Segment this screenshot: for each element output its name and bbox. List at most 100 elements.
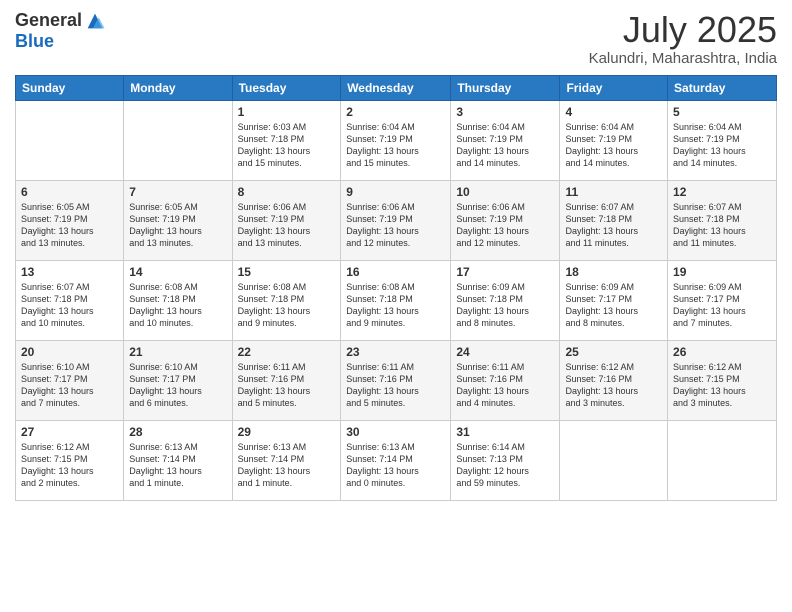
- table-row: 6 Sunrise: 6:05 AM Sunset: 7:19 PM Daylig…: [16, 180, 124, 260]
- table-row: 15Sunrise: 6:08 AM Sunset: 7:18 PM Dayli…: [232, 260, 341, 340]
- table-row: [560, 420, 668, 500]
- table-row: 9Sunrise: 6:06 AM Sunset: 7:19 PM Daylig…: [341, 180, 451, 260]
- day-info: Sunrise: 6:04 AM Sunset: 7:19 PM Dayligh…: [565, 121, 662, 170]
- table-row: 27 Sunrise: 6:12 AM Sunset: 7:15 PM Dayli…: [16, 420, 124, 500]
- day-info: Sunrise: 6:09 AM Sunset: 7:18 PM Dayligh…: [456, 281, 554, 330]
- day-number: 30: [346, 425, 445, 439]
- table-row: 11 Sunrise: 6:07 AM Sunset: 7:18 PM Dayli…: [560, 180, 668, 260]
- day-number: 20: [21, 345, 118, 359]
- location-subtitle: Kalundri, Maharashtra, India: [589, 50, 777, 67]
- day-info: Sunrise: 6:06 AM Sunset: 7:19 PM Dayligh…: [456, 201, 554, 250]
- table-row: 5Sunrise: 6:04 AM Sunset: 7:19 PM Daylig…: [668, 100, 777, 180]
- day-number: 16: [346, 265, 445, 279]
- table-row: 14Sunrise: 6:08 AM Sunset: 7:18 PM Dayli…: [124, 260, 232, 340]
- table-row: [668, 420, 777, 500]
- day-info: Sunrise: 6:07 AM Sunset: 7:18 PM Dayligh…: [21, 281, 118, 330]
- table-row: 28 Sunrise: 6:13 AM Sunset: 7:14 PM Dayli…: [124, 420, 232, 500]
- day-info: Sunrise: 6:08 AM Sunset: 7:18 PM Dayligh…: [129, 281, 226, 330]
- table-row: 17Sunrise: 6:09 AM Sunset: 7:18 PM Dayli…: [451, 260, 560, 340]
- calendar-week-1: 1 Sunrise: 6:03 AM Sunset: 7:18 PM Daylig…: [16, 100, 777, 180]
- page: General Blue July 2025 Kalundri, Maharas…: [0, 0, 792, 612]
- day-info: Sunrise: 6:04 AM Sunset: 7:19 PM Dayligh…: [456, 121, 554, 170]
- table-row: 2 Sunrise: 6:04 AM Sunset: 7:19 PM Daylig…: [341, 100, 451, 180]
- day-number: 13: [21, 265, 118, 279]
- table-row: 16 Sunrise: 6:08 AM Sunset: 7:18 PM Dayli…: [341, 260, 451, 340]
- table-row: 25Sunrise: 6:12 AM Sunset: 7:16 PM Dayli…: [560, 340, 668, 420]
- day-number: 8: [238, 185, 336, 199]
- calendar-week-3: 13 Sunrise: 6:07 AM Sunset: 7:18 PM Dayli…: [16, 260, 777, 340]
- day-info: Sunrise: 6:13 AM Sunset: 7:14 PM Dayligh…: [238, 441, 336, 490]
- table-row: 20 Sunrise: 6:10 AM Sunset: 7:17 PM Dayli…: [16, 340, 124, 420]
- day-info: Sunrise: 6:03 AM Sunset: 7:18 PM Dayligh…: [238, 121, 336, 170]
- day-info: Sunrise: 6:12 AM Sunset: 7:15 PM Dayligh…: [21, 441, 118, 490]
- col-monday: Monday: [124, 75, 232, 100]
- table-row: 31 Sunrise: 6:14 AM Sunset: 7:13 PM Dayli…: [451, 420, 560, 500]
- day-number: 3: [456, 105, 554, 119]
- logo-general: General: [15, 11, 82, 31]
- day-number: 4: [565, 105, 662, 119]
- day-number: 15: [238, 265, 336, 279]
- col-saturday: Saturday: [668, 75, 777, 100]
- table-row: [16, 100, 124, 180]
- col-friday: Friday: [560, 75, 668, 100]
- day-info: Sunrise: 6:11 AM Sunset: 7:16 PM Dayligh…: [346, 361, 445, 410]
- day-number: 18: [565, 265, 662, 279]
- day-info: Sunrise: 6:08 AM Sunset: 7:18 PM Dayligh…: [346, 281, 445, 330]
- day-info: Sunrise: 6:09 AM Sunset: 7:17 PM Dayligh…: [565, 281, 662, 330]
- day-info: Sunrise: 6:09 AM Sunset: 7:17 PM Dayligh…: [673, 281, 771, 330]
- day-info: Sunrise: 6:10 AM Sunset: 7:17 PM Dayligh…: [21, 361, 118, 410]
- day-info: Sunrise: 6:04 AM Sunset: 7:19 PM Dayligh…: [346, 121, 445, 170]
- header: General Blue July 2025 Kalundri, Maharas…: [15, 10, 777, 67]
- table-row: 12Sunrise: 6:07 AM Sunset: 7:18 PM Dayli…: [668, 180, 777, 260]
- table-row: 29 Sunrise: 6:13 AM Sunset: 7:14 PM Dayli…: [232, 420, 341, 500]
- day-number: 7: [129, 185, 226, 199]
- day-info: Sunrise: 6:07 AM Sunset: 7:18 PM Dayligh…: [565, 201, 662, 250]
- day-info: Sunrise: 6:11 AM Sunset: 7:16 PM Dayligh…: [238, 361, 336, 410]
- calendar-header-row: Sunday Monday Tuesday Wednesday Thursday…: [16, 75, 777, 100]
- day-number: 22: [238, 345, 336, 359]
- day-number: 21: [129, 345, 226, 359]
- calendar-table: Sunday Monday Tuesday Wednesday Thursday…: [15, 75, 777, 501]
- day-number: 1: [238, 105, 336, 119]
- table-row: 21Sunrise: 6:10 AM Sunset: 7:17 PM Dayli…: [124, 340, 232, 420]
- calendar-week-4: 20 Sunrise: 6:10 AM Sunset: 7:17 PM Dayli…: [16, 340, 777, 420]
- day-number: 23: [346, 345, 445, 359]
- day-info: Sunrise: 6:13 AM Sunset: 7:14 PM Dayligh…: [129, 441, 226, 490]
- calendar-week-2: 6 Sunrise: 6:05 AM Sunset: 7:19 PM Daylig…: [16, 180, 777, 260]
- col-tuesday: Tuesday: [232, 75, 341, 100]
- day-number: 27: [21, 425, 118, 439]
- day-number: 11: [565, 185, 662, 199]
- day-number: 31: [456, 425, 554, 439]
- table-row: 30 Sunrise: 6:13 AM Sunset: 7:14 PM Dayli…: [341, 420, 451, 500]
- day-number: 9: [346, 185, 445, 199]
- day-info: Sunrise: 6:05 AM Sunset: 7:19 PM Dayligh…: [21, 201, 118, 250]
- day-number: 2: [346, 105, 445, 119]
- table-row: 8 Sunrise: 6:06 AM Sunset: 7:19 PM Daylig…: [232, 180, 341, 260]
- day-info: Sunrise: 6:06 AM Sunset: 7:19 PM Dayligh…: [238, 201, 336, 250]
- day-number: 6: [21, 185, 118, 199]
- day-number: 12: [673, 185, 771, 199]
- table-row: 10 Sunrise: 6:06 AM Sunset: 7:19 PM Dayli…: [451, 180, 560, 260]
- day-number: 25: [565, 345, 662, 359]
- day-number: 29: [238, 425, 336, 439]
- logo: General Blue: [15, 10, 106, 52]
- day-info: Sunrise: 6:12 AM Sunset: 7:15 PM Dayligh…: [673, 361, 771, 410]
- logo-icon: [84, 10, 106, 32]
- day-info: Sunrise: 6:13 AM Sunset: 7:14 PM Dayligh…: [346, 441, 445, 490]
- table-row: [124, 100, 232, 180]
- day-number: 19: [673, 265, 771, 279]
- month-year-title: July 2025: [589, 10, 777, 50]
- day-info: Sunrise: 6:14 AM Sunset: 7:13 PM Dayligh…: [456, 441, 554, 490]
- table-row: 22 Sunrise: 6:11 AM Sunset: 7:16 PM Dayli…: [232, 340, 341, 420]
- table-row: 13 Sunrise: 6:07 AM Sunset: 7:18 PM Dayli…: [16, 260, 124, 340]
- logo-blue: Blue: [15, 32, 106, 52]
- col-sunday: Sunday: [16, 75, 124, 100]
- table-row: 1 Sunrise: 6:03 AM Sunset: 7:18 PM Daylig…: [232, 100, 341, 180]
- table-row: 4 Sunrise: 6:04 AM Sunset: 7:19 PM Daylig…: [560, 100, 668, 180]
- day-info: Sunrise: 6:11 AM Sunset: 7:16 PM Dayligh…: [456, 361, 554, 410]
- day-number: 28: [129, 425, 226, 439]
- col-wednesday: Wednesday: [341, 75, 451, 100]
- table-row: 18 Sunrise: 6:09 AM Sunset: 7:17 PM Dayli…: [560, 260, 668, 340]
- day-number: 10: [456, 185, 554, 199]
- title-section: July 2025 Kalundri, Maharashtra, India: [589, 10, 777, 67]
